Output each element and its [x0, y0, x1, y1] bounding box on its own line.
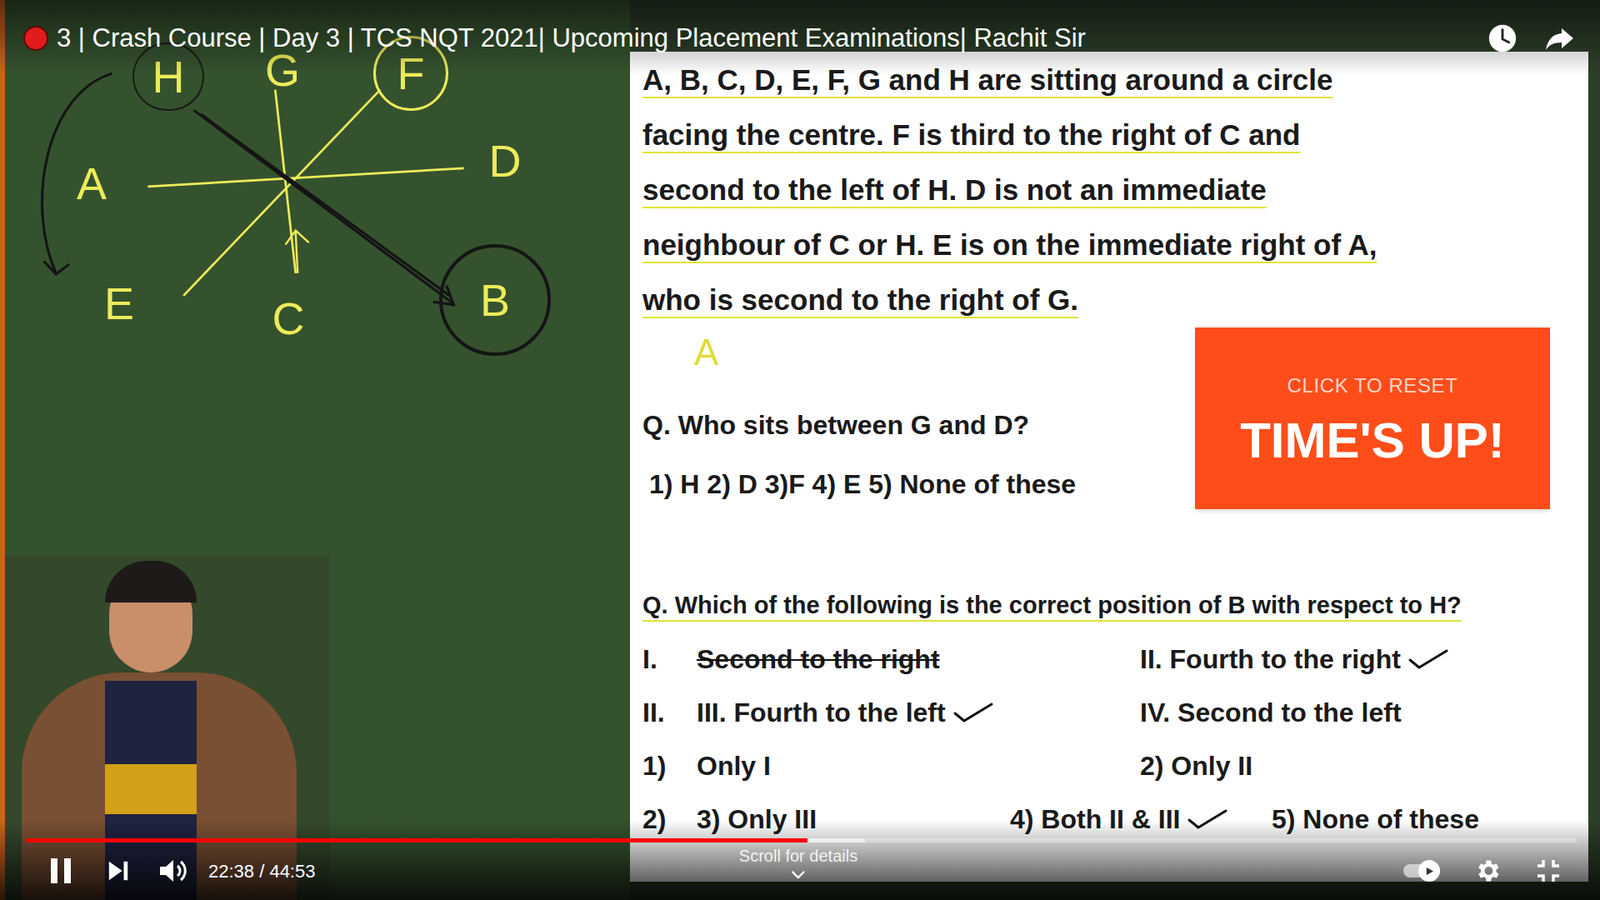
option-cell[interactable]: I. [642, 639, 697, 680]
letter-label: C [272, 295, 305, 341]
time-display: 22:38 / 44:53 [208, 857, 315, 885]
option-row: II. III. Fourth to the left IV. Second to … [642, 685, 1589, 740]
presenter-hair [105, 560, 197, 603]
seat-letter: A [66, 154, 117, 213]
paragraph-line: who is second to the right of G. [642, 272, 1589, 328]
option-cell[interactable]: II. Fourth to the right [1140, 639, 1589, 680]
tick-icon [952, 701, 995, 724]
chalkboard: HGFADECB [0, 0, 630, 900]
video-title[interactable]: 3 | Crash Course | Day 3 | TCS NQT 2021|… [56, 19, 1086, 59]
share-icon[interactable] [1543, 21, 1577, 55]
paragraph-line: facing the centre. F is third to the rig… [642, 107, 1589, 163]
next-icon[interactable] [106, 859, 130, 883]
letter-label: B [480, 277, 510, 323]
watch-later-icon[interactable] [1486, 22, 1519, 55]
exit-fullscreen-icon[interactable] [1535, 857, 1562, 885]
answer-options: 1) H 2) D 3)F 4) E 5) None of these [642, 467, 1176, 501]
seat-letter: E [94, 274, 145, 333]
autoplay-play-icon [1418, 860, 1440, 882]
progress-bar[interactable] [25, 838, 1577, 843]
paragraph-line: neighbour of C or H. E is on the immedia… [642, 217, 1589, 273]
option-text: IV. Second to the left [1140, 692, 1402, 733]
options-grid: I. Second to the right II. Fourth to the r… [642, 632, 1589, 846]
right-controls [1403, 856, 1562, 885]
reset-timer-button[interactable]: CLICK TO RESET TIME'S UP! [1195, 327, 1550, 510]
question-text: Q. Which of the following is the correct… [642, 588, 1589, 622]
option-text: II. Fourth to the right [1140, 639, 1401, 680]
option-cell[interactable]: Only I [696, 745, 1140, 786]
question-one-row: A Q. Who sits between G and D? 1) H 2) D 3… [642, 327, 1589, 510]
option-text: I. [642, 639, 658, 680]
question-one: A Q. Who sits between G and D? 1) H 2) D 3… [642, 327, 1176, 510]
pause-icon[interactable] [48, 856, 74, 885]
letter-label: A [76, 160, 107, 206]
letter-label: D [489, 138, 522, 184]
option-cell[interactable]: IV. Second to the left [1140, 692, 1589, 733]
option-row: I. Second to the right II. Fourth to the r… [642, 632, 1589, 686]
option-row: 1) Only I 2) Only II [642, 739, 1589, 793]
volume-icon[interactable] [158, 857, 189, 885]
option-text: II. [642, 692, 665, 733]
question-paragraph: A, B, C, D, E, F, G and H are sitting ar… [642, 51, 1589, 328]
seat-letter: C [263, 289, 314, 348]
option-cell[interactable]: 2) Only II [1140, 745, 1589, 786]
option-cell[interactable]: II. [642, 692, 697, 733]
played-fill [25, 838, 808, 843]
scroll-hint-text: Scroll for details [739, 843, 858, 869]
letter-label: E [104, 280, 135, 326]
question-text: Q. Who sits between G and D? [642, 408, 1176, 442]
top-actions [1486, 21, 1577, 55]
player-controls: 22:38 / 44:53Scroll for details [0, 851, 1600, 890]
tick-icon [1407, 648, 1450, 670]
quiz-slide: A, B, C, D, E, F, G and H are sitting ar… [630, 51, 1589, 882]
timer-hint: CLICK TO RESET [1287, 370, 1459, 401]
option-text: Second to the right [696, 639, 940, 680]
option-cell[interactable]: III. Fourth to the left [696, 692, 1140, 733]
option-text: Only I [696, 745, 771, 786]
annotation: A [642, 327, 1176, 378]
live-dot-icon [23, 25, 49, 51]
paragraph-line: second to the left of H. D is not an imm… [642, 162, 1589, 218]
seat-letter: D [480, 131, 530, 190]
timer-label: TIME'S UP! [1240, 415, 1505, 466]
gear-icon[interactable] [1473, 856, 1502, 885]
annotation-mark: A [694, 334, 719, 371]
option-text: 2) Only II [1140, 745, 1253, 786]
option-text: III. Fourth to the left [696, 692, 946, 733]
scroll-hint[interactable]: Scroll for details [739, 843, 858, 880]
title-bar: 3 | Crash Course | Day 3 | TCS NQT 2021|… [23, 20, 1577, 57]
presenter-stripe [105, 764, 197, 815]
option-text: 1) [642, 745, 666, 786]
chevron-down-icon [790, 870, 806, 880]
video-player[interactable]: HGFADECB A, B, C, D, E, F, G and H are s… [0, 0, 1600, 900]
autoplay-toggle[interactable] [1403, 864, 1440, 878]
option-cell[interactable]: 1) [642, 745, 697, 786]
option-cell[interactable]: Second to the right [696, 639, 1140, 680]
seat-letter: B [470, 270, 520, 330]
frame-edge [1588, 0, 1600, 900]
